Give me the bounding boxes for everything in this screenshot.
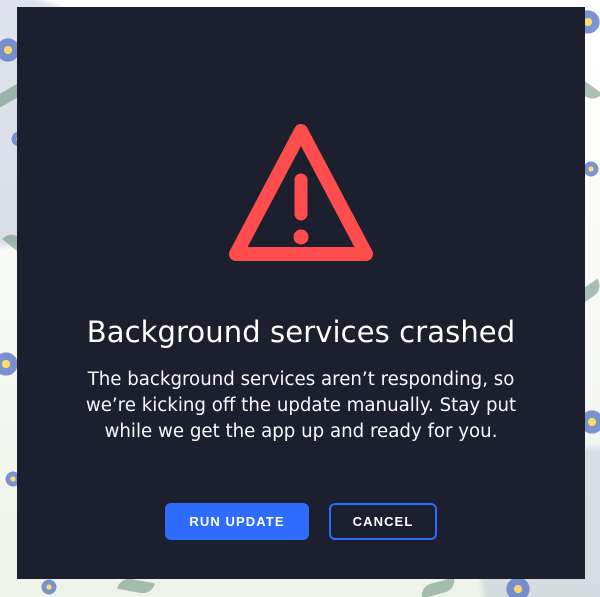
background-flower bbox=[40, 578, 58, 596]
dialog-actions: RUN UPDATE CANCEL bbox=[17, 503, 585, 540]
cancel-button[interactable]: CANCEL bbox=[329, 503, 437, 540]
warning-icon bbox=[229, 124, 373, 261]
dialog-message: The background services aren’t respondin… bbox=[85, 369, 517, 442]
run-update-button[interactable]: RUN UPDATE bbox=[165, 503, 309, 540]
dialog-title: Background services crashed bbox=[86, 315, 516, 349]
background-leaf bbox=[419, 577, 457, 597]
warning-container bbox=[17, 123, 585, 265]
crash-dialog: Background services crashed The backgrou… bbox=[17, 7, 585, 579]
background-leaf bbox=[117, 576, 155, 596]
